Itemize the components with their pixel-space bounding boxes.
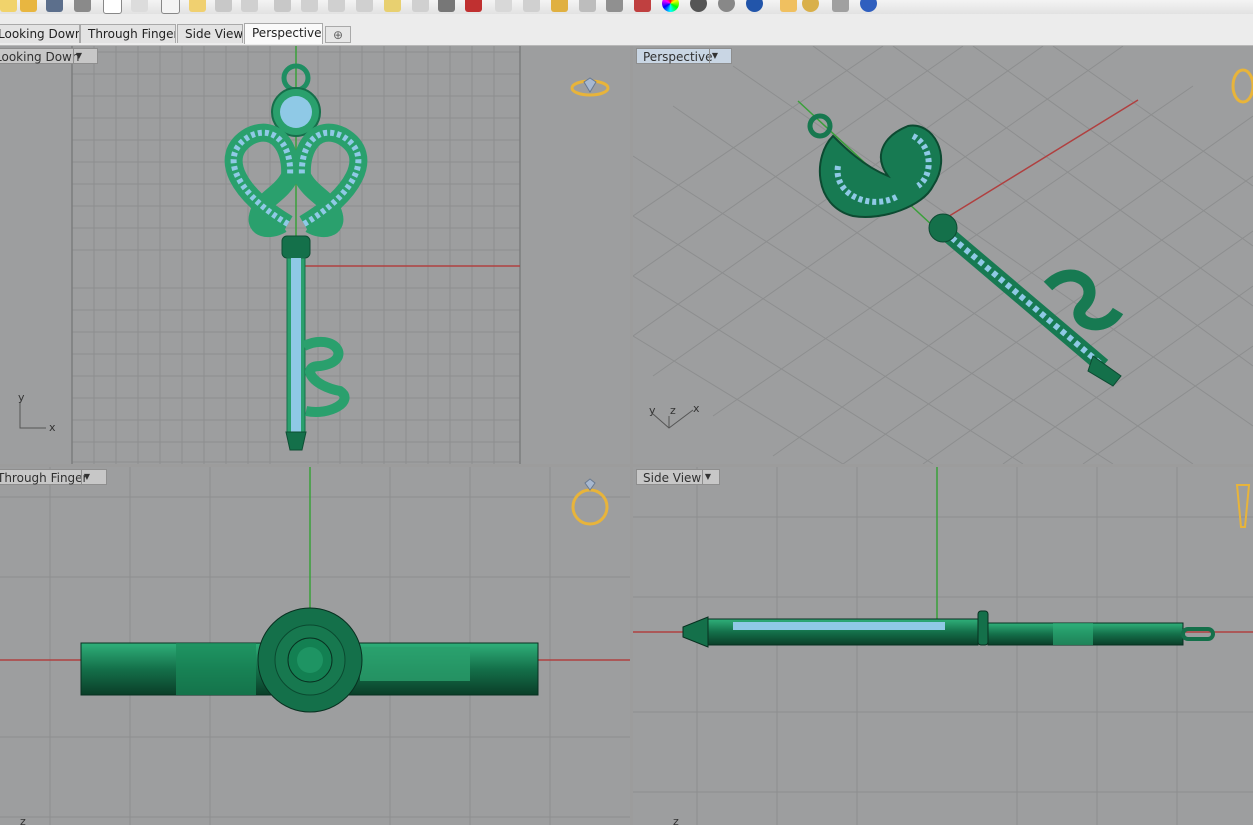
zoom-target-icon[interactable] xyxy=(412,0,429,12)
help-icon[interactable] xyxy=(860,0,877,12)
tab-through-finger[interactable]: Through Finger xyxy=(80,24,176,43)
car-icon[interactable] xyxy=(465,0,482,12)
key-model-side[interactable] xyxy=(682,610,1215,648)
pencil-icon[interactable] xyxy=(780,0,797,12)
tab-side-view[interactable]: Side View xyxy=(177,24,243,43)
rendered-sphere-icon[interactable] xyxy=(746,0,763,12)
viewport-looking-down[interactable]: y x Looking Down ▼ xyxy=(0,46,630,464)
ring-view-icon[interactable] xyxy=(1235,484,1251,528)
axis-triad: y z x xyxy=(649,402,700,429)
viewport-menu-arrow[interactable]: ▼ xyxy=(81,470,92,484)
zoom-extents-icon[interactable] xyxy=(356,0,373,12)
svg-text:z: z xyxy=(670,404,676,417)
render-sphere-icon[interactable] xyxy=(718,0,735,12)
construction-grid xyxy=(633,467,1253,825)
zoom-selected-icon[interactable] xyxy=(384,0,401,12)
tab-looking-down[interactable]: Looking Down xyxy=(0,24,80,43)
viewport-through-finger[interactable]: z Through Finger ▼ xyxy=(0,467,630,825)
svg-text:y: y xyxy=(18,391,25,404)
perspective-scene: y z x xyxy=(633,46,1253,464)
named-view-icon[interactable] xyxy=(495,0,512,12)
viewport-menu-arrow[interactable]: ▼ xyxy=(702,470,713,484)
svg-text:y: y xyxy=(649,404,656,417)
color-wheel-icon[interactable] xyxy=(662,0,679,12)
print-icon[interactable] xyxy=(74,0,91,12)
key-model-front[interactable] xyxy=(80,607,539,713)
cut-icon[interactable] xyxy=(131,0,148,12)
light-icon[interactable] xyxy=(579,0,596,12)
ring-view-icon[interactable] xyxy=(571,478,609,526)
ring-view-icon[interactable] xyxy=(570,77,610,97)
looking-down-scene: y x xyxy=(18,46,610,464)
axis-triad-label: z xyxy=(20,815,26,825)
construction-grid xyxy=(633,46,1253,464)
svg-text:x: x xyxy=(693,402,700,415)
paste-icon[interactable] xyxy=(189,0,206,12)
select-icon[interactable] xyxy=(215,0,232,12)
x-axis-line xyxy=(932,99,1139,227)
undo-view-icon[interactable] xyxy=(523,0,540,12)
copy-icon[interactable] xyxy=(161,0,180,14)
viewport-tabs: Looking Down Through Finger Side View Pe… xyxy=(0,14,1253,46)
layer-icon[interactable] xyxy=(606,0,623,12)
page-icon[interactable] xyxy=(103,0,122,14)
svg-text:x: x xyxy=(49,421,56,434)
properties-icon[interactable] xyxy=(634,0,651,12)
zoom-window-icon[interactable] xyxy=(328,0,345,12)
axis-triad-label: z xyxy=(673,815,679,825)
open-icon[interactable] xyxy=(20,0,37,12)
viewport-perspective[interactable]: y z x Perspective ▼ xyxy=(633,46,1253,464)
save-icon[interactable] xyxy=(46,0,63,12)
four-viewports-icon[interactable] xyxy=(438,0,455,12)
add-viewport-button[interactable]: ⊕ xyxy=(325,26,351,43)
viewport-side-view[interactable]: z Side View ▼ xyxy=(633,467,1253,825)
viewport-menu-arrow[interactable]: ▼ xyxy=(73,49,84,63)
options-gear-icon[interactable] xyxy=(802,0,819,12)
through-finger-scene: z xyxy=(0,467,630,825)
cplane-icon[interactable] xyxy=(551,0,568,12)
zoom-icon[interactable] xyxy=(301,0,318,12)
ring-view-icon[interactable] xyxy=(1231,68,1253,104)
pan-icon[interactable] xyxy=(241,0,258,12)
tab-perspective[interactable]: Perspective xyxy=(244,23,323,44)
new-icon[interactable] xyxy=(0,0,17,12)
main-toolbar xyxy=(0,0,1253,14)
material-sphere-icon[interactable] xyxy=(690,0,707,12)
viewport-menu-arrow[interactable]: ▼ xyxy=(709,49,720,63)
axis-triad: y x xyxy=(18,391,56,434)
rotate-view-icon[interactable] xyxy=(274,0,291,12)
side-view-scene: z xyxy=(633,467,1253,825)
tools-icon[interactable] xyxy=(832,0,849,12)
